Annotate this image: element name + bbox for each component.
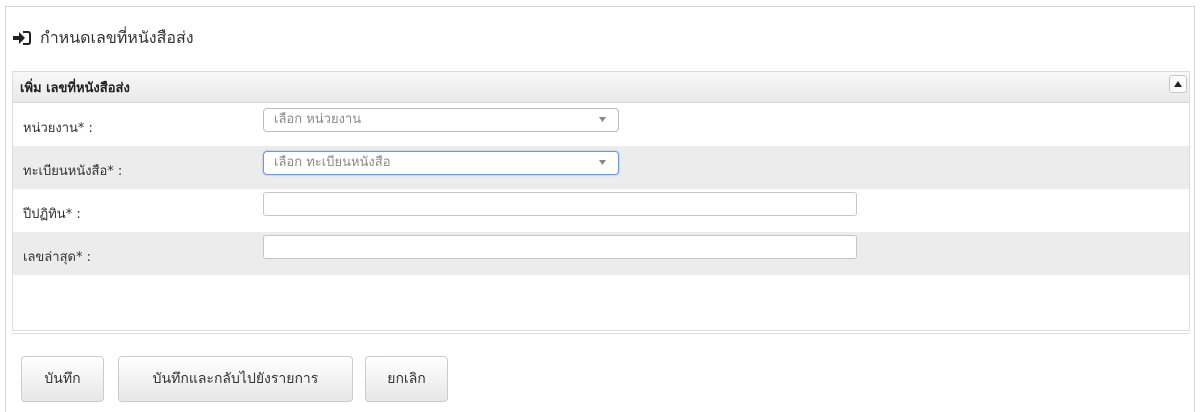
form-divider: [12, 333, 1190, 334]
save-and-back-button[interactable]: บันทึกและกลับไปยังรายการ: [118, 356, 353, 402]
book-registry-select[interactable]: เลือก ทะเบียนหนังสือ: [263, 151, 619, 175]
department-select-value: เลือก หน่วยงาน: [274, 112, 362, 127]
collapse-button[interactable]: [1169, 75, 1187, 93]
calendar-year-label: ปีปฏิทิน* :: [23, 207, 81, 222]
save-button[interactable]: บันทึก: [21, 356, 104, 402]
book-registry-select-value: เลือก ทะเบียนหนังสือ: [274, 155, 391, 170]
calendar-year-input[interactable]: [263, 192, 857, 216]
field-row-department: หน่วยงาน* : เลือก หน่วยงาน: [13, 103, 1189, 146]
sign-in-arrow-icon: [12, 30, 32, 46]
chevron-down-icon: [599, 117, 606, 122]
panel-header: เพิ่ม เลขที่หนังสือส่ง: [13, 72, 1189, 103]
page-header: กำหนดเลขที่หนังสือส่ง: [6, 7, 1194, 69]
caret-up-icon: [1174, 81, 1182, 87]
chevron-down-icon: [599, 160, 606, 165]
form-panel: เพิ่ม เลขที่หนังสือส่ง หน่วยงาน* : เลือก…: [12, 71, 1190, 331]
latest-number-label: เลขล่าสุด* :: [23, 250, 91, 265]
book-registry-label: ทะเบียนหนังสือ* :: [23, 164, 123, 179]
department-label: หน่วยงาน* :: [23, 121, 93, 136]
field-row-book-registry: ทะเบียนหนังสือ* : เลือก ทะเบียนหนังสือ: [13, 146, 1189, 189]
page-frame: กำหนดเลขที่หนังสือส่ง เพิ่ม เลขที่หนังสื…: [5, 6, 1195, 412]
department-select[interactable]: เลือก หน่วยงาน: [263, 108, 619, 132]
page-title: กำหนดเลขที่หนังสือส่ง: [40, 27, 194, 47]
cancel-button[interactable]: ยกเลิก: [365, 356, 448, 402]
field-row-latest-number: เลขล่าสุด* :: [13, 232, 1189, 275]
field-row-calendar-year: ปีปฏิทิน* :: [13, 189, 1189, 232]
panel-title: เพิ่ม เลขที่หนังสือส่ง: [20, 80, 130, 96]
latest-number-input[interactable]: [263, 235, 857, 259]
